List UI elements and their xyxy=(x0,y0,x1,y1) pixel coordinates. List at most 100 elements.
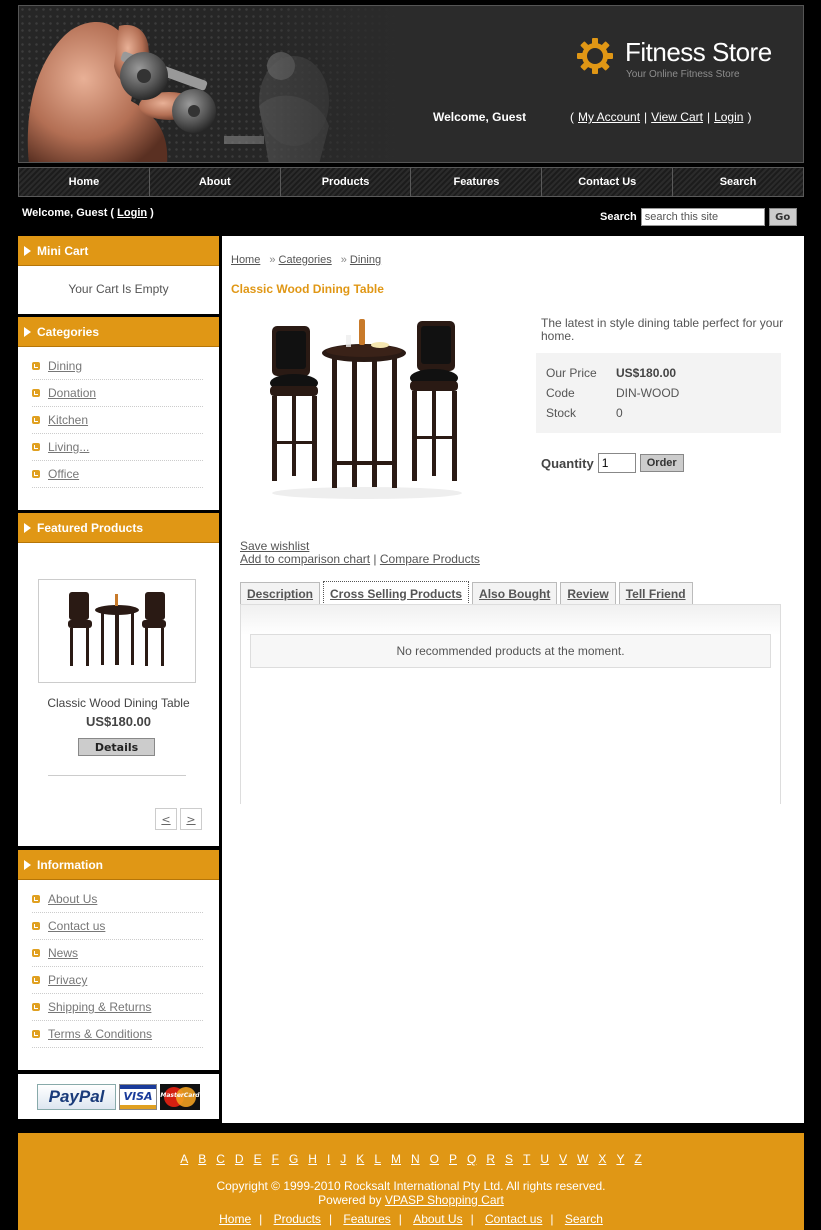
featured-product-price: US$180.00 xyxy=(85,714,152,729)
gear-icon xyxy=(577,38,613,74)
breadcrumb-categories[interactable]: Categories xyxy=(279,254,332,266)
bullet-icon xyxy=(32,949,40,957)
footer-link-contact-us[interactable]: Contact us xyxy=(485,1212,542,1226)
breadcrumb-dining[interactable]: Dining xyxy=(350,254,381,266)
order-button[interactable]: Order xyxy=(639,454,684,472)
nav-home[interactable]: Home xyxy=(19,168,150,196)
featured-header: Featured Products xyxy=(18,513,219,543)
featured-product-image[interactable] xyxy=(38,579,196,683)
alphabet-letter-l[interactable]: L xyxy=(374,1152,381,1166)
nav-products[interactable]: Products xyxy=(281,168,412,196)
alphabet-letter-t[interactable]: T xyxy=(523,1152,530,1166)
footer-link-about-us[interactable]: About Us xyxy=(413,1212,462,1226)
alphabet-letter-e[interactable]: E xyxy=(254,1152,262,1166)
alphabet-letter-n[interactable]: N xyxy=(411,1152,420,1166)
product-description: The latest in style dining table perfect… xyxy=(541,316,784,343)
alphabet-letter-h[interactable]: H xyxy=(308,1152,317,1166)
add-comparison-link[interactable]: Add to comparison chart xyxy=(240,552,370,566)
alphabet-letter-k[interactable]: K xyxy=(356,1152,364,1166)
list-item: News xyxy=(32,940,203,967)
list-item: About Us xyxy=(32,886,203,913)
categories-list: Dining Donation Kitchen Living... Office xyxy=(18,347,219,488)
alphabet-letter-d[interactable]: D xyxy=(235,1152,244,1166)
nav-contact-us[interactable]: Contact Us xyxy=(542,168,674,196)
view-cart-link[interactable]: View Cart xyxy=(651,110,703,124)
my-account-link[interactable]: My Account xyxy=(578,110,640,124)
tab-review[interactable]: Review xyxy=(560,582,616,604)
category-donation[interactable]: Donation xyxy=(48,386,96,400)
site-footer: ABCDEFGHIJKLMNOPQRSTUVWXYZ Copyright © 1… xyxy=(18,1133,804,1230)
alphabet-letter-y[interactable]: Y xyxy=(616,1152,624,1166)
info-shipping-returns[interactable]: Shipping & Returns xyxy=(48,1000,151,1014)
bullet-icon xyxy=(32,443,40,451)
footer-link-search[interactable]: Search xyxy=(565,1212,603,1226)
alphabet-letter-g[interactable]: G xyxy=(289,1152,298,1166)
featured-details-button[interactable]: Details xyxy=(78,738,155,756)
alphabet-letter-s[interactable]: S xyxy=(505,1152,513,1166)
product-image[interactable] xyxy=(262,311,472,501)
list-item: Dining xyxy=(32,353,203,380)
footer-link-home[interactable]: Home xyxy=(219,1212,251,1226)
featured-product-name[interactable]: Classic Wood Dining Table xyxy=(18,696,219,710)
powered-by-link[interactable]: VPASP Shopping Cart xyxy=(385,1193,504,1207)
bullet-icon xyxy=(32,1003,40,1011)
nav-search[interactable]: Search xyxy=(673,168,803,196)
nav-about[interactable]: About xyxy=(150,168,281,196)
info-terms-conditions[interactable]: Terms & Conditions xyxy=(48,1027,152,1041)
tab-tell-friend[interactable]: Tell Friend xyxy=(618,582,693,604)
info-contact-us[interactable]: Contact us xyxy=(48,919,105,933)
alphabet-letter-z[interactable]: Z xyxy=(634,1152,641,1166)
alphabet-letter-r[interactable]: R xyxy=(486,1152,495,1166)
footer-link-features[interactable]: Features xyxy=(343,1212,390,1226)
list-item: Donation xyxy=(32,380,203,407)
alphabet-letter-q[interactable]: Q xyxy=(467,1152,476,1166)
alphabet-letter-b[interactable]: B xyxy=(198,1152,206,1166)
featured-next-button[interactable]: > xyxy=(180,808,202,830)
info-news[interactable]: News xyxy=(48,946,78,960)
tab-description[interactable]: Description xyxy=(240,582,321,604)
quantity-input[interactable] xyxy=(597,453,636,473)
category-kitchen[interactable]: Kitchen xyxy=(48,413,88,427)
compare-products-link[interactable]: Compare Products xyxy=(380,552,480,566)
alphabet-letter-u[interactable]: U xyxy=(540,1152,549,1166)
alphabet-letter-p[interactable]: P xyxy=(449,1152,457,1166)
store-logo[interactable]: Fitness Store Your Online Fitness Store xyxy=(577,36,787,88)
compare-sep: | xyxy=(373,552,377,566)
alphabet-letter-v[interactable]: V xyxy=(559,1152,567,1166)
sub-login-link[interactable]: Login xyxy=(117,207,147,219)
tab-also-bought[interactable]: Also Bought xyxy=(472,582,558,604)
alphabet-letter-j[interactable]: J xyxy=(340,1152,346,1166)
alphabet-letter-a[interactable]: A xyxy=(180,1152,188,1166)
bullet-icon xyxy=(32,362,40,370)
category-office[interactable]: Office xyxy=(48,467,79,481)
category-living[interactable]: Living... xyxy=(48,440,89,454)
nav-features[interactable]: Features xyxy=(411,168,543,196)
code-value: DIN-WOOD xyxy=(616,386,680,400)
alphabet-index: ABCDEFGHIJKLMNOPQRSTUVWXYZ xyxy=(18,1152,804,1166)
save-wishlist-link[interactable]: Save wishlist xyxy=(240,539,309,553)
price-value: US$180.00 xyxy=(616,366,677,380)
alphabet-letter-i[interactable]: I xyxy=(327,1152,330,1166)
login-link[interactable]: Login xyxy=(714,110,743,124)
alphabet-letter-c[interactable]: C xyxy=(216,1152,225,1166)
footer-link-products[interactable]: Products xyxy=(274,1212,321,1226)
tab-panel: No recommended products at the moment. xyxy=(240,604,781,804)
price-label: Our Price xyxy=(546,366,597,380)
info-about-us[interactable]: About Us xyxy=(48,892,97,906)
price-box: Our Price US$180.00 Code DIN-WOOD Stock 0 xyxy=(536,353,781,433)
alphabet-letter-w[interactable]: W xyxy=(577,1152,588,1166)
wishlist-compare: Save wishlist Add to comparison chart | … xyxy=(240,540,480,566)
alphabet-letter-o[interactable]: O xyxy=(430,1152,439,1166)
information-header: Information xyxy=(18,850,219,880)
category-dining[interactable]: Dining xyxy=(48,359,82,373)
breadcrumb-home[interactable]: Home xyxy=(231,254,260,266)
payment-logos: PayPal VISA MasterCard xyxy=(18,1074,219,1119)
info-privacy[interactable]: Privacy xyxy=(48,973,87,987)
alphabet-letter-f[interactable]: F xyxy=(272,1152,279,1166)
featured-prev-button[interactable]: < xyxy=(155,808,177,830)
tab-cross-selling[interactable]: Cross Selling Products xyxy=(323,581,470,605)
search-go-button[interactable]: Go xyxy=(768,208,797,226)
alphabet-letter-x[interactable]: X xyxy=(598,1152,606,1166)
alphabet-letter-m[interactable]: M xyxy=(391,1152,401,1166)
search-input[interactable] xyxy=(640,208,765,226)
